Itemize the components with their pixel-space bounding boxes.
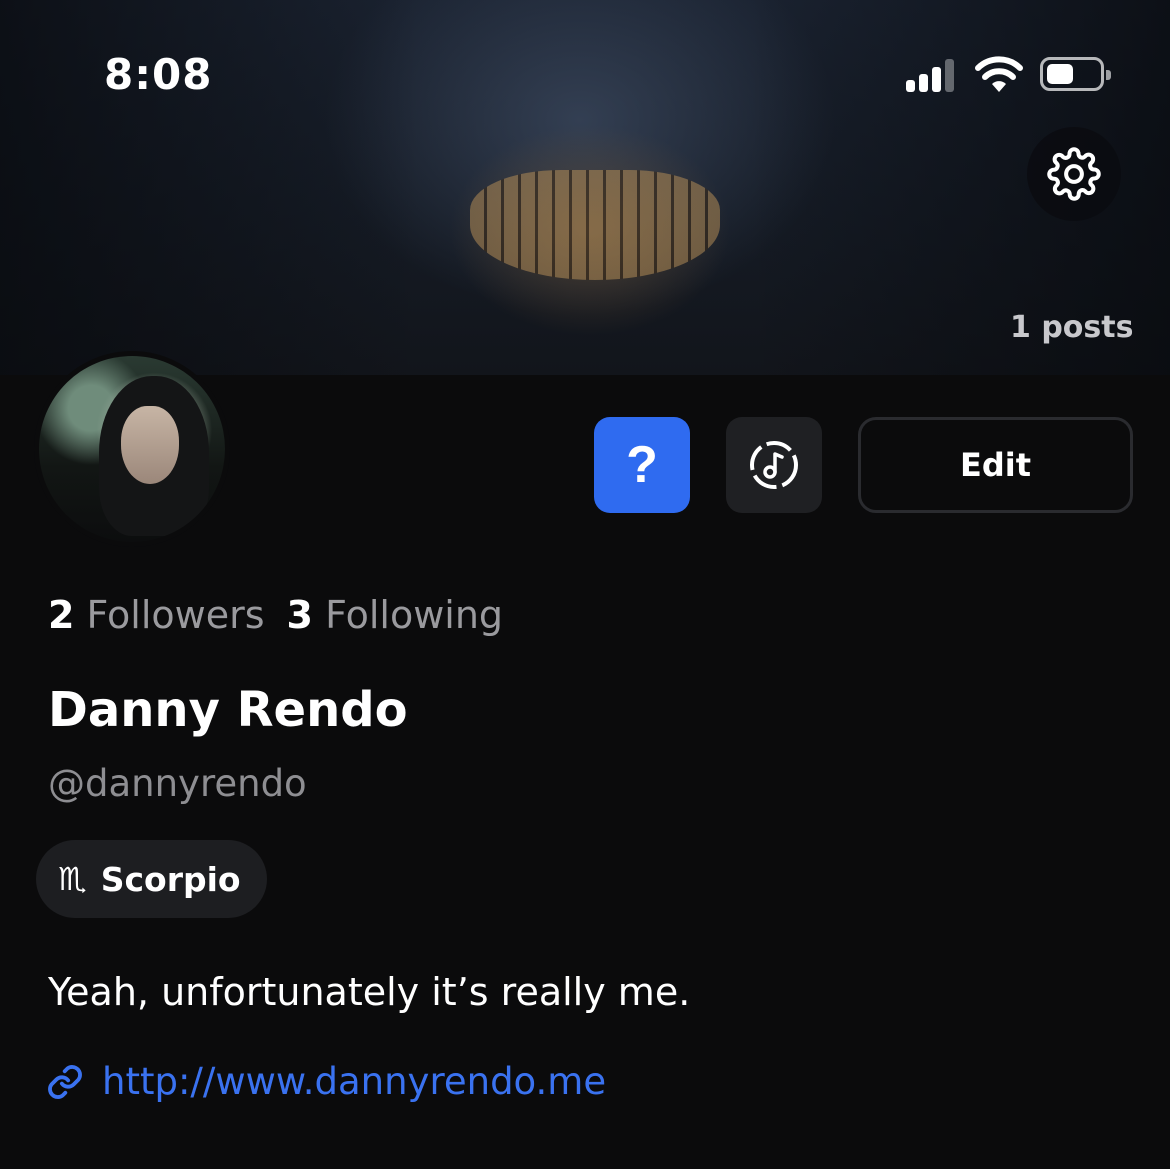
gear-icon <box>1047 147 1101 201</box>
followers-label: Followers <box>86 593 265 637</box>
edit-profile-button[interactable]: Edit <box>858 417 1133 513</box>
follow-stats: 2 Followers 3 Following <box>48 593 503 637</box>
battery-icon <box>1040 57 1111 91</box>
question-icon: ? <box>626 436 658 494</box>
bio-text: Yeah, unfortunately it’s really me. <box>48 970 691 1014</box>
website-link-text: http://www.dannyrendo.me <box>102 1060 607 1103</box>
following-link[interactable]: 3 Following <box>287 593 504 637</box>
music-icon <box>750 441 798 489</box>
wifi-icon <box>975 56 1023 92</box>
status-time: 8:08 <box>104 50 213 99</box>
avatar[interactable] <box>34 351 230 547</box>
posts-count: 1 posts <box>1010 310 1134 345</box>
cellular-signal-icon <box>906 58 956 92</box>
display-name: Danny Rendo <box>48 682 408 738</box>
profile-music-button[interactable] <box>726 417 822 513</box>
zodiac-label: Scorpio <box>100 859 241 899</box>
help-button[interactable]: ? <box>594 417 690 513</box>
following-label: Following <box>325 593 504 637</box>
avatar-photo <box>39 356 225 542</box>
followers-link[interactable]: 2 Followers <box>48 593 265 637</box>
settings-button[interactable] <box>1027 127 1121 221</box>
username-handle: @dannyrendo <box>48 762 307 805</box>
link-icon <box>48 1064 82 1099</box>
scorpio-icon: ♏ <box>58 860 87 898</box>
cover-art-detail <box>470 170 720 280</box>
website-link[interactable]: http://www.dannyrendo.me <box>46 1060 606 1103</box>
following-count: 3 <box>286 593 313 637</box>
zodiac-badge: ♏ Scorpio <box>36 840 267 918</box>
followers-count: 2 <box>48 593 75 637</box>
